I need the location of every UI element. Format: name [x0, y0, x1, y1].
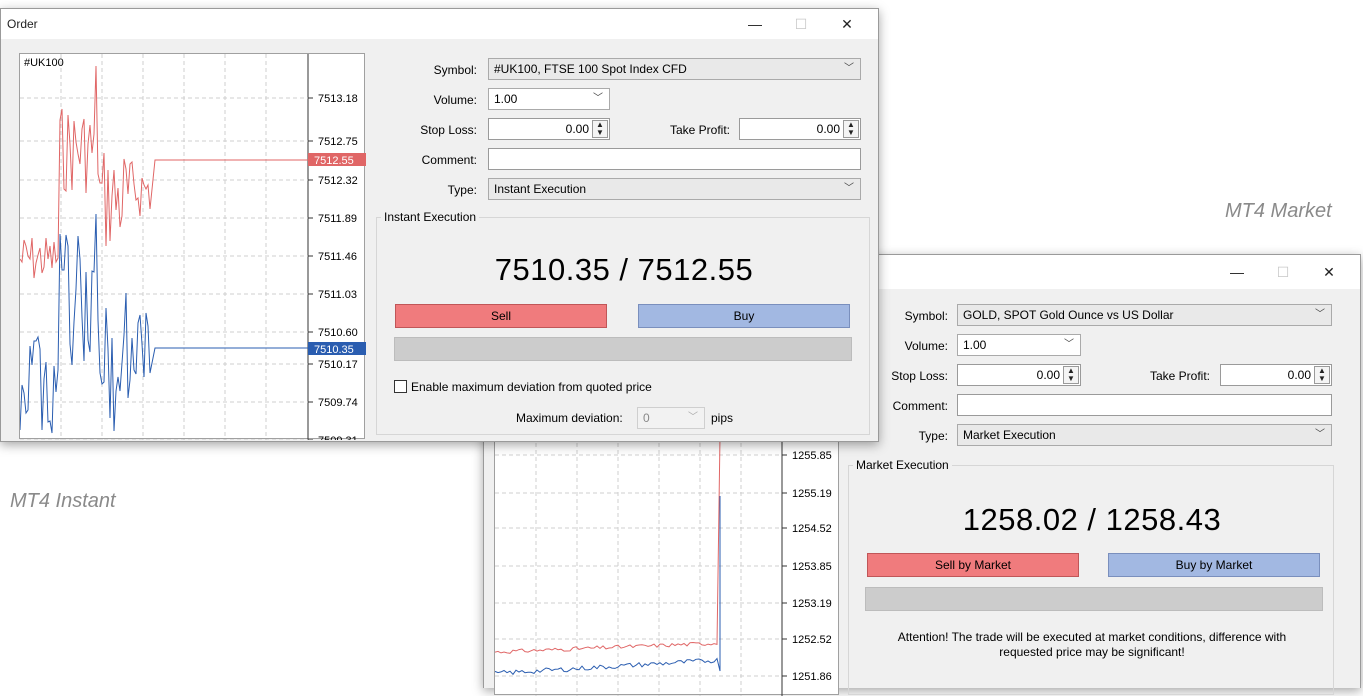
stop-loss-stepper[interactable]: 0.00 ▲ ▼: [957, 364, 1081, 386]
take-profit-value: 0.00: [1287, 368, 1311, 382]
tick-label: 1252.52: [792, 634, 832, 646]
close-button[interactable]: ✕: [824, 9, 870, 39]
chevron-down-icon: ﹀: [1064, 339, 1074, 350]
bid-price-line: [20, 213, 308, 434]
deviation-checkbox[interactable]: [394, 380, 407, 393]
symbol-select[interactable]: GOLD, SPOT Gold Ounce vs US Dollar ﹀: [957, 304, 1332, 326]
chevron-down-icon: ﹀: [593, 93, 603, 104]
symbol-select-value: #UK100, FTSE 100 Spot Index CFD: [494, 62, 687, 76]
chevron-down-icon: ﹀: [688, 412, 698, 423]
sell-by-market-button[interactable]: Sell by Market: [867, 553, 1079, 577]
maximize-button[interactable]: ☐: [778, 9, 824, 39]
stop-loss-value: 0.00: [1036, 368, 1060, 382]
market-chart-canvas: 1255.85 1255.19 1254.52 1253.85 1253.19 1252.…: [495, 436, 832, 696]
tick-label: 7511.89: [318, 213, 357, 225]
take-profit-stepper[interactable]: 0.00 ▲ ▼: [1220, 364, 1332, 386]
deviation-select[interactable]: 0 ﹀: [637, 407, 705, 429]
bid-ask-price: 7510.35 / 7512.55: [494, 252, 754, 287]
chevron-down-icon: ﹀: [844, 63, 854, 74]
bid-price-line: [495, 496, 721, 676]
take-profit-label: Take Profit:: [669, 123, 730, 137]
tick-label: 7510.17: [318, 359, 358, 371]
spin-arrows-icon[interactable]: ▲ ▼: [1314, 366, 1330, 384]
tick-label: 1254.52: [792, 523, 832, 535]
buy-by-market-button[interactable]: Buy by Market: [1108, 553, 1320, 577]
tick-label: 7512.32: [318, 175, 358, 187]
comment-field[interactable]: [957, 394, 1332, 416]
caption-mt4-market: MT4 Market: [1225, 200, 1332, 222]
type-select-value: Instant Execution: [494, 182, 587, 196]
type-select[interactable]: Instant Execution ﹀: [488, 178, 861, 200]
take-profit-value: 0.00: [816, 122, 840, 136]
minimize-button[interactable]: —: [1214, 257, 1260, 287]
chart-symbol-label: #UK100: [24, 57, 64, 69]
window-title: Order: [7, 17, 38, 31]
bid-ask-price: 1258.02 / 1258.43: [962, 502, 1222, 537]
spin-arrows-icon[interactable]: ▲ ▼: [592, 120, 608, 138]
sell-button[interactable]: Sell: [395, 304, 607, 328]
bid-price-tag-label: 7510.35: [314, 344, 354, 356]
chevron-down-icon: ﹀: [844, 183, 854, 194]
deviation-select-value: 0: [643, 411, 650, 425]
tick-label: 7509.31: [318, 435, 358, 440]
market-price-chart: 1255.85 1255.19 1254.52 1253.85 1253.19 1252.…: [494, 435, 839, 696]
instant-price-chart: 7513.18 7512.75 7512.32 7511.89 7511.46 7511.…: [19, 53, 366, 440]
volume-select-value: 1.00: [963, 338, 987, 352]
group-title: Market Execution: [853, 458, 952, 472]
instant-execution-group: Instant Execution 7510.35 / 7512.55 Sell…: [376, 210, 870, 435]
tick-label: 7512.75: [318, 136, 358, 148]
caption-mt4-instant: MT4 Instant: [10, 490, 116, 512]
type-select[interactable]: Market Execution ﹀: [957, 424, 1332, 446]
tick-label: 7511.03: [318, 289, 357, 301]
symbol-label: Symbol:: [433, 63, 477, 77]
buy-button[interactable]: Buy: [638, 304, 850, 328]
spin-arrows-icon[interactable]: ▲ ▼: [1063, 366, 1079, 384]
tick-label: 1255.85: [792, 450, 832, 462]
stop-loss-value: 0.00: [565, 122, 589, 136]
symbol-select-value: GOLD, SPOT Gold Ounce vs US Dollar: [963, 308, 1174, 322]
comment-label: Comment:: [421, 153, 477, 167]
group-title: Instant Execution: [381, 210, 480, 224]
symbol-select[interactable]: #UK100, FTSE 100 Spot Index CFD ﹀: [488, 58, 861, 80]
tick-label: 7510.60: [318, 327, 358, 339]
volume-select-value: 1.00: [494, 92, 518, 106]
tick-label: 7509.74: [318, 397, 358, 409]
instant-order-window: Order — ☐ ✕ 7513.18 7512.75 7512.32 7511.89…: [0, 8, 879, 442]
minimize-button[interactable]: —: [732, 9, 778, 39]
chevron-down-icon: ﹀: [1315, 309, 1325, 320]
deviation-unit: pips: [711, 411, 734, 425]
tick-label: 1255.19: [792, 488, 832, 500]
chevron-down-icon: ﹀: [1315, 429, 1325, 440]
type-label: Type:: [447, 183, 477, 197]
tick-label: 1251.86: [792, 671, 832, 683]
volume-select[interactable]: 1.00 ﹀: [957, 334, 1081, 356]
instant-titlebar: Order — ☐ ✕: [1, 9, 878, 39]
ask-price-line: [495, 436, 721, 654]
deviation-label: Maximum deviation:: [516, 411, 623, 425]
comment-field[interactable]: [488, 148, 861, 170]
tick-label: 1253.85: [792, 561, 832, 573]
close-button[interactable]: ✕: [1306, 257, 1352, 287]
attention-message: Attention! The trade will be executed at…: [897, 630, 1287, 659]
volume-label: Volume:: [433, 93, 477, 107]
tick-label: 7513.18: [318, 93, 358, 105]
deviation-checkbox-label[interactable]: Enable maximum deviation from quoted pri…: [411, 380, 652, 394]
instant-chart-canvas: 7513.18 7512.75 7512.32 7511.89 7511.46 7511.…: [20, 54, 366, 440]
stop-loss-label: Stop Loss:: [420, 123, 477, 137]
status-bar: [865, 587, 1323, 611]
volume-select[interactable]: 1.00 ﹀: [488, 88, 610, 110]
tick-label: 1253.19: [792, 598, 832, 610]
ask-price-tag-label: 7512.55: [314, 155, 354, 167]
market-execution-group: Market Execution 1258.02 / 1258.43 Sell …: [848, 458, 1334, 695]
spin-arrows-icon[interactable]: ▲ ▼: [843, 120, 859, 138]
type-select-value: Market Execution: [963, 428, 1056, 442]
take-profit-label: Take Profit:: [1149, 369, 1210, 383]
take-profit-stepper[interactable]: 0.00 ▲ ▼: [739, 118, 861, 140]
maximize-button[interactable]: ☐: [1260, 257, 1306, 287]
status-bar: [394, 337, 852, 361]
stop-loss-stepper[interactable]: 0.00 ▲ ▼: [488, 118, 610, 140]
tick-label: 7511.46: [318, 251, 357, 263]
